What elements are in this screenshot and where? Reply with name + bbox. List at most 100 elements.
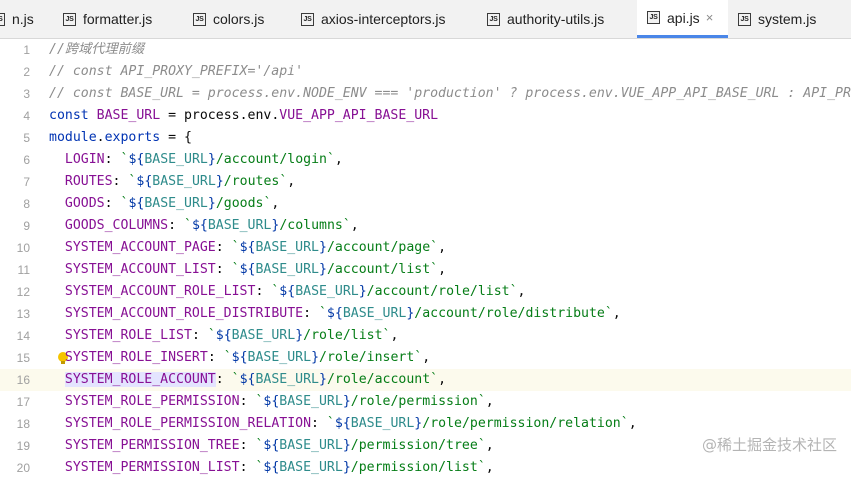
code-token: } [311,350,320,365]
code-token: /account/list` [326,262,439,277]
line-number[interactable]: 10 [0,237,30,259]
code-text: SYSTEM_ROLE_PERMISSION: `${BASE_URL}/rol… [49,391,494,413]
code-line[interactable]: 14 SYSTEM_ROLE_LIST: `${BASE_URL}/role/l… [0,325,851,347]
line-number[interactable]: 14 [0,325,30,347]
code-token: : [112,174,129,189]
code-text: SYSTEM_ROLE_LIST: `${BASE_URL}/role/list… [49,325,399,347]
line-number[interactable]: 2 [0,61,30,83]
code-token: ${ [279,284,296,299]
code-text: module.exports = { [49,127,192,149]
line-number[interactable]: 4 [0,105,30,127]
code-line[interactable]: 7 ROUTES: `${BASE_URL}/routes`, [0,171,851,193]
code-line[interactable]: 12 SYSTEM_ACCOUNT_ROLE_LIST: `${BASE_URL… [0,281,851,303]
code-line[interactable]: 8 GOODS: `${BASE_URL}/goods`, [0,193,851,215]
code-line[interactable]: 4 const BASE_URL = process.env.VUE_APP_AP… [0,105,851,127]
code-line[interactable]: 15 SYSTEM_ROLE_INSERT: `${BASE_URL}/role… [0,347,851,369]
code-token: , [438,240,447,255]
code-line[interactable]: 18 SYSTEM_ROLE_PERMISSION_RELATION: `${B… [0,413,851,435]
code-token: , [271,196,280,211]
line-number[interactable]: 9 [0,215,30,237]
close-icon[interactable]: × [706,10,714,25]
line-number[interactable]: 15 [0,347,30,369]
line-number[interactable]: 5 [0,127,30,149]
code-token: , [438,262,447,277]
code-token: LOGIN [64,152,105,167]
line-number[interactable]: 19 [0,435,30,457]
code-line[interactable]: 13 SYSTEM_ACCOUNT_ROLE_DISTRIBUTE: `${BA… [0,303,851,325]
code-line[interactable]: 1 //跨域代理前缀 [0,39,851,61]
code-text: SYSTEM_ACCOUNT_LIST: `${BASE_URL}/accoun… [49,259,446,281]
code-text: const BASE_URL = process.env.VUE_APP_API… [49,105,438,127]
line-number[interactable]: 7 [0,171,30,193]
tab-axios-interceptors-js[interactable]: JS axios-interceptors.js [294,0,480,38]
code-token: ` [223,350,232,365]
code-line[interactable]: 17 SYSTEM_ROLE_PERMISSION: `${BASE_URL}/… [0,391,851,413]
code-line[interactable]: 9 GOODS_COLUMNS: `${BASE_URL}/columns`, [0,215,851,237]
line-number[interactable]: 20 [0,457,30,479]
code-token: , [287,174,296,189]
code-token: : [311,416,327,431]
code-token: : [104,196,121,211]
code-token: ${ [128,196,145,211]
code-token: /account/role/list` [366,284,518,299]
code-token: , [485,460,494,475]
code-token: . [96,130,105,145]
code-line[interactable]: 2 // const API_PROXY_PREFIX='/api' [0,61,851,83]
code-token: BASE_URL [350,416,415,431]
code-token: SYSTEM_ROLE_PERMISSION_RELATION [64,416,312,431]
line-number[interactable]: 16 [0,369,30,391]
tab-n-js[interactable]: JS n.js [0,0,38,38]
code-token: } [342,460,351,475]
code-token: ${ [128,152,145,167]
line-number[interactable]: 17 [0,391,30,413]
code-line[interactable]: 5 module.exports = { [0,127,851,149]
code-line[interactable]: 11 SYSTEM_ACCOUNT_LIST: `${BASE_URL}/acc… [0,259,851,281]
tab-authority-utils-js[interactable]: JS authority-utils.js [480,0,637,38]
code-token: , [350,218,359,233]
tab-label: colors.js [213,11,265,27]
code-token: SYSTEM_ACCOUNT_ROLE_DISTRIBUTE [64,306,304,321]
code-token: ${ [263,460,280,475]
code-text: //跨域代理前缀 [49,39,144,61]
code-token: /account/login` [215,152,335,167]
code-editor[interactable]: 1 //跨域代理前缀 2 // const API_PROXY_PREFIX='/ap… [0,38,851,475]
code-token: SYSTEM_ACCOUNT_LIST [64,262,216,277]
code-token: // const BASE_URL = process.env.NODE_ENV… [49,86,851,101]
code-token: BASE_URL [247,350,312,365]
code-token: ` [184,218,192,233]
line-number[interactable]: 8 [0,193,30,215]
code-text: SYSTEM_ROLE_PERMISSION_RELATION: `${BASE… [49,413,637,435]
line-number[interactable]: 11 [0,259,30,281]
line-number[interactable]: 6 [0,149,30,171]
tab-colors-js[interactable]: JS colors.js [186,0,294,38]
code-text: // const BASE_URL = process.env.NODE_ENV… [49,83,851,105]
line-number[interactable]: 12 [0,281,30,303]
code-token: } [342,394,351,409]
tab-system-js[interactable]: JS system.js [728,0,851,38]
line-number[interactable]: 1 [0,39,30,61]
code-token: SYSTEM_ROLE_LIST [64,328,192,343]
code-line[interactable]: 16 SYSTEM_ROLE_ACCOUNT: `${BASE_URL}/rol… [0,369,851,391]
code-token: } [207,196,216,211]
tab-formatter-js[interactable]: JS formatter.js [56,0,186,38]
code-token: , [438,372,447,387]
code-line[interactable]: 10 SYSTEM_ACCOUNT_PAGE: `${BASE_URL}/acc… [0,237,851,259]
line-number[interactable]: 18 [0,413,30,435]
js-file-icon: JS [63,12,76,26]
line-number[interactable]: 3 [0,83,30,105]
code-line[interactable]: 6 LOGIN: `${BASE_URL}/account/login`, [0,149,851,171]
code-token: = { [160,130,192,145]
code-line[interactable]: 20 SYSTEM_PERMISSION_LIST: `${BASE_URL}/… [0,457,851,479]
tab-api-js[interactable]: JS api.js × [637,0,728,38]
line-number[interactable]: 13 [0,303,30,325]
code-token: ${ [239,262,256,277]
code-token: } [215,174,224,189]
code-line[interactable]: 3 // const BASE_URL = process.env.NODE_EN… [0,83,851,105]
